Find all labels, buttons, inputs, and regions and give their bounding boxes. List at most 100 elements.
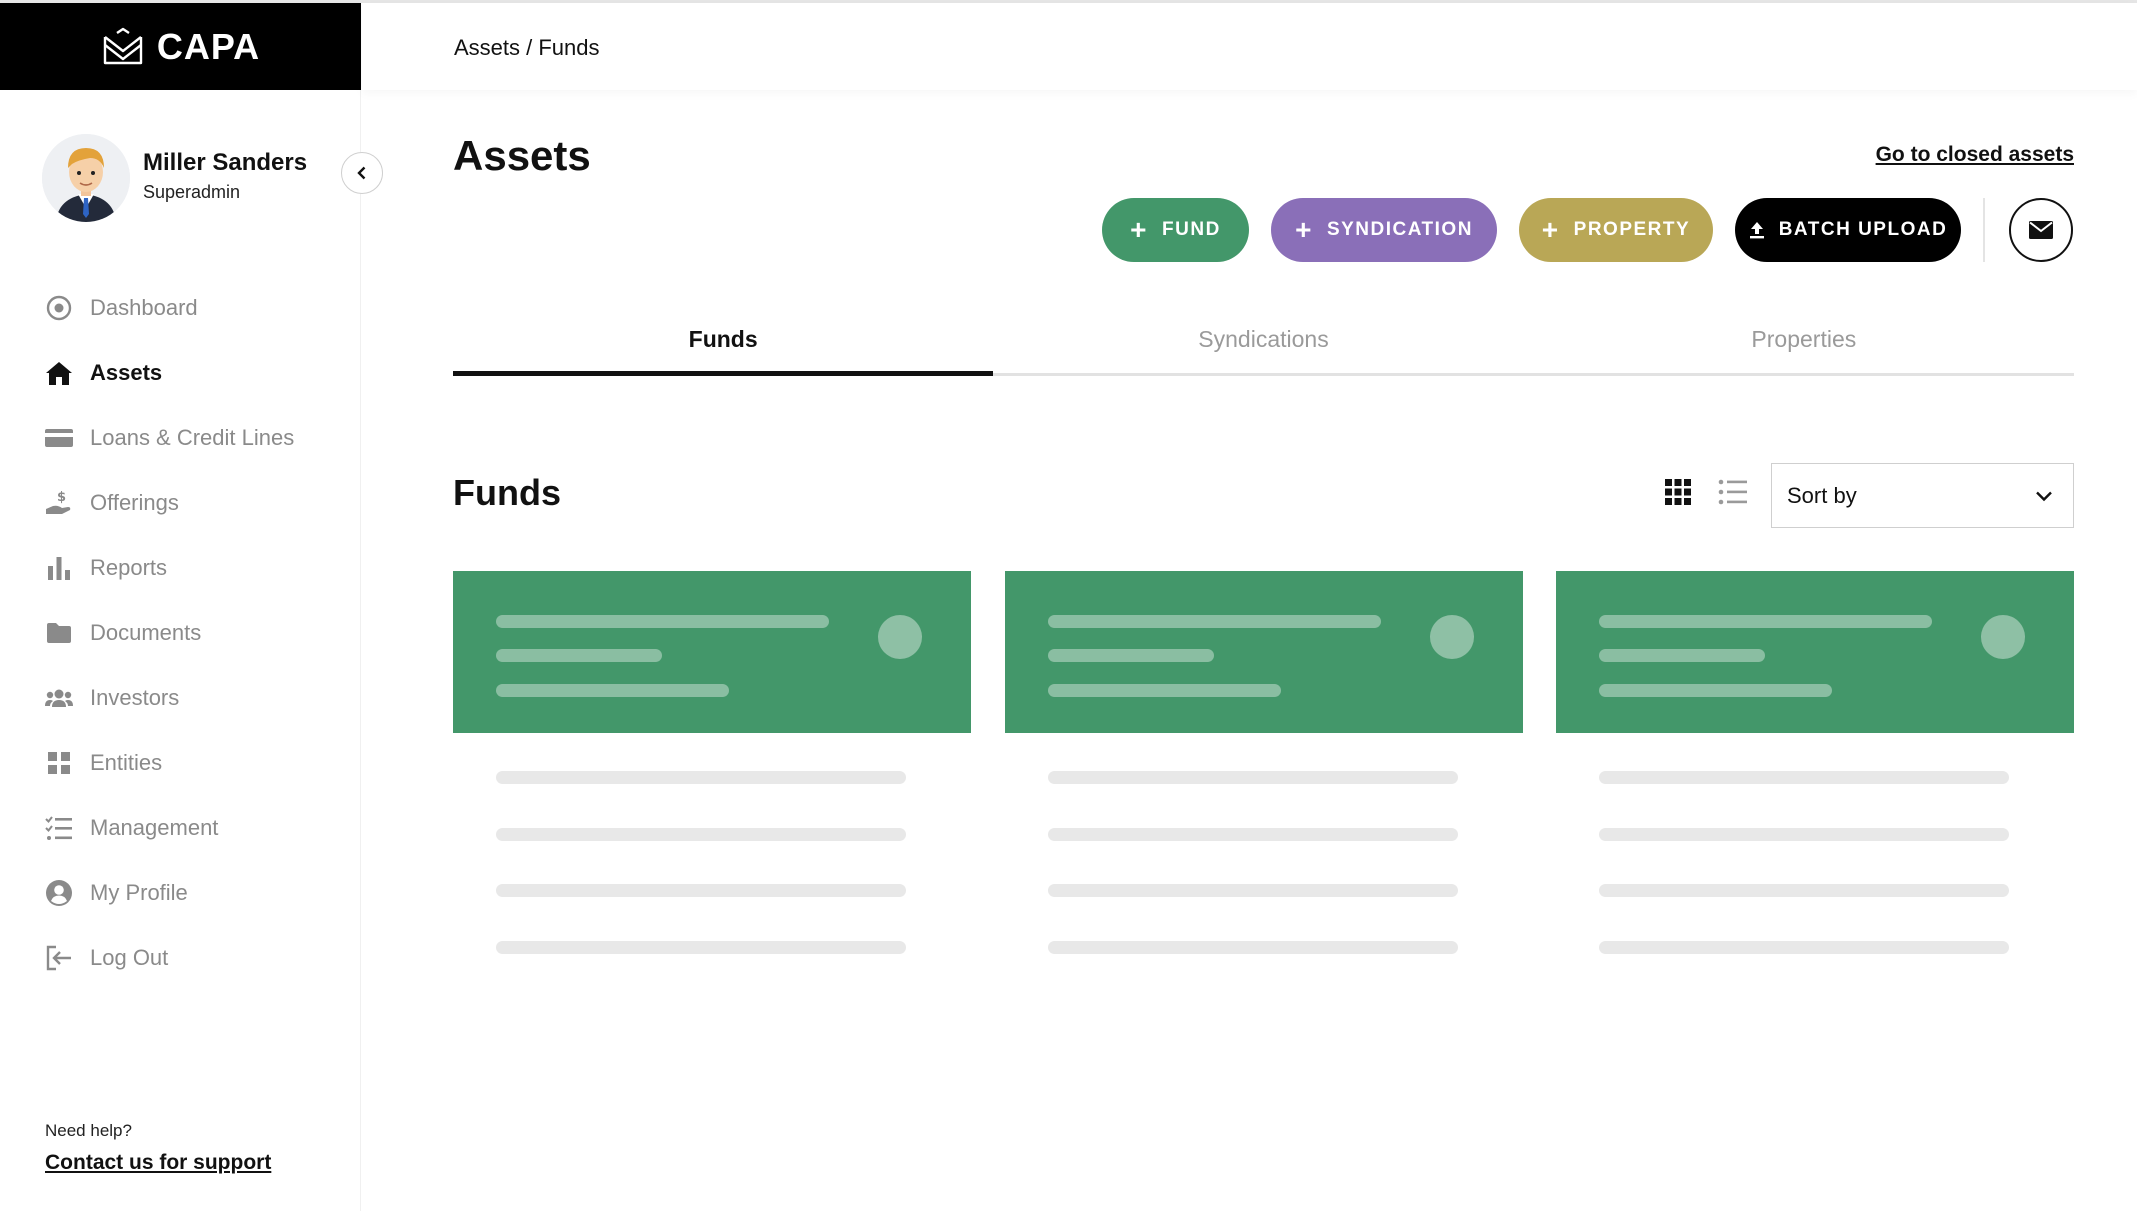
sidebar-item-offerings[interactable]: $ Offerings <box>44 470 344 535</box>
skeleton-line <box>1599 771 2009 784</box>
skeleton-line <box>496 828 906 841</box>
credit-card-icon <box>44 423 74 453</box>
card-header-skeleton <box>453 571 971 733</box>
sidebar-item-label: My Profile <box>90 879 188 905</box>
sidebar-item-label: Entities <box>90 749 163 775</box>
tab-funds[interactable]: Funds <box>453 318 994 376</box>
skeleton-line <box>1599 684 1832 697</box>
divider <box>1983 198 1985 262</box>
sidebar-item-dashboard[interactable]: Dashboard <box>44 275 344 340</box>
sidebar-item-investors[interactable]: Investors <box>44 665 344 730</box>
tab-properties[interactable]: Properties <box>1533 318 2075 376</box>
skeleton-line <box>1047 615 1381 628</box>
help-text: Need help? <box>45 1121 132 1140</box>
capa-logo-icon <box>103 27 143 64</box>
logout-icon <box>44 943 74 973</box>
logo-text: CAPA <box>156 25 261 67</box>
list-view-button[interactable] <box>1718 478 1748 506</box>
card-header-skeleton <box>1004 571 1523 733</box>
list-view-icon <box>1718 479 1747 505</box>
add-syndication-label: SYNDICATION <box>1326 219 1473 240</box>
add-fund-button[interactable]: + FUND <box>1102 198 1249 262</box>
plus-icon: + <box>1541 214 1560 245</box>
skeleton-line <box>496 771 906 784</box>
skeleton-avatar <box>1981 615 2025 659</box>
asset-tabs: Funds Syndications Properties <box>453 318 2075 376</box>
sidebar-item-label: Reports <box>90 554 168 580</box>
skeleton-line <box>1047 941 1458 954</box>
chevron-down-icon <box>2036 491 2052 501</box>
sidebar-item-logout[interactable]: Log Out <box>44 925 344 990</box>
skeleton-line <box>1047 649 1214 662</box>
add-fund-label: FUND <box>1162 219 1221 240</box>
sidebar-item-management[interactable]: Management <box>44 795 344 860</box>
card-body-skeleton <box>1556 733 2074 963</box>
sidebar-item-label: Assets <box>90 359 163 385</box>
hand-dollar-icon: $ <box>44 488 74 518</box>
checklist-icon <box>44 813 74 843</box>
skeleton-line <box>496 941 906 954</box>
user-name: Miller Sanders <box>143 149 308 176</box>
avatar <box>42 134 130 222</box>
skeleton-line <box>1047 884 1458 897</box>
user-circle-icon <box>44 878 74 908</box>
sidebar-item-label: Log Out <box>90 944 169 970</box>
upload-icon <box>1749 222 1764 239</box>
skeleton-line <box>496 615 829 628</box>
home-icon <box>44 358 74 388</box>
bar-chart-icon <box>44 553 74 583</box>
svg-text:$: $ <box>57 490 66 505</box>
skeleton-line <box>1047 828 1458 841</box>
sidebar-item-label: Investors <box>90 684 180 710</box>
folder-icon <box>44 618 74 648</box>
topbar: Assets / Funds <box>362 3 2137 90</box>
collapse-sidebar-button[interactable] <box>341 152 383 194</box>
sort-dropdown[interactable]: Sort by <box>1771 463 2074 528</box>
skeleton-line <box>496 684 729 697</box>
closed-assets-link[interactable]: Go to closed assets <box>1876 143 2074 167</box>
contact-support-link[interactable]: Contact us for support <box>45 1151 271 1175</box>
sidebar-item-assets[interactable]: Assets <box>44 340 344 405</box>
card-header-skeleton <box>1556 571 2074 733</box>
user-role: Superadmin <box>143 182 241 202</box>
fund-card-skeleton <box>1004 571 1523 963</box>
skeleton-avatar <box>1429 615 1474 659</box>
skeleton-line <box>1599 828 2009 841</box>
skeleton-line <box>1047 771 1458 784</box>
skeleton-line <box>1599 884 2009 897</box>
sidebar-item-my-profile[interactable]: My Profile <box>44 860 344 925</box>
chevron-left-icon <box>357 166 366 180</box>
tab-syndications[interactable]: Syndications <box>993 318 1534 376</box>
sidebar-item-label: Documents <box>90 619 202 645</box>
fund-card-skeleton <box>1556 571 2074 963</box>
action-bar: + FUND + SYNDICATION + PROPERTY BATCH UP… <box>1102 198 2073 262</box>
batch-upload-button[interactable]: BATCH UPLOAD <box>1735 198 1961 262</box>
page-title: Assets <box>453 132 591 179</box>
add-property-button[interactable]: + PROPERTY <box>1519 198 1713 262</box>
fund-cards <box>453 571 2074 963</box>
sidebar-item-label: Management <box>90 814 219 840</box>
grid-view-button[interactable] <box>1664 478 1692 506</box>
sidebar-item-entities[interactable]: Entities <box>44 730 344 795</box>
sidebar-nav: Dashboard Assets Loans & Credit Lines $ … <box>44 275 344 990</box>
skeleton-line <box>1599 615 1932 628</box>
add-syndication-button[interactable]: + SYNDICATION <box>1271 198 1497 262</box>
grid-icon <box>44 748 74 778</box>
email-button[interactable] <box>2009 198 2073 262</box>
card-body-skeleton <box>453 733 971 963</box>
logo[interactable]: CAPA <box>0 3 361 90</box>
sidebar: CAPA Miller Sanders Superadmin Dashboard… <box>0 3 361 1211</box>
sort-label: Sort by <box>1787 482 1857 508</box>
skeleton-line <box>496 884 906 897</box>
mail-icon <box>2029 221 2053 239</box>
user-profile: Miller Sanders Superadmin <box>42 134 362 224</box>
sidebar-item-documents[interactable]: Documents <box>44 600 344 665</box>
card-body-skeleton <box>1005 733 1523 963</box>
sidebar-item-loans[interactable]: Loans & Credit Lines <box>44 405 344 470</box>
sidebar-item-label: Offerings <box>90 489 179 515</box>
skeleton-line <box>1047 684 1281 697</box>
sidebar-item-label: Dashboard <box>90 294 198 320</box>
sidebar-item-reports[interactable]: Reports <box>44 535 344 600</box>
skeleton-line <box>1599 649 1765 662</box>
skeleton-line <box>496 649 662 662</box>
